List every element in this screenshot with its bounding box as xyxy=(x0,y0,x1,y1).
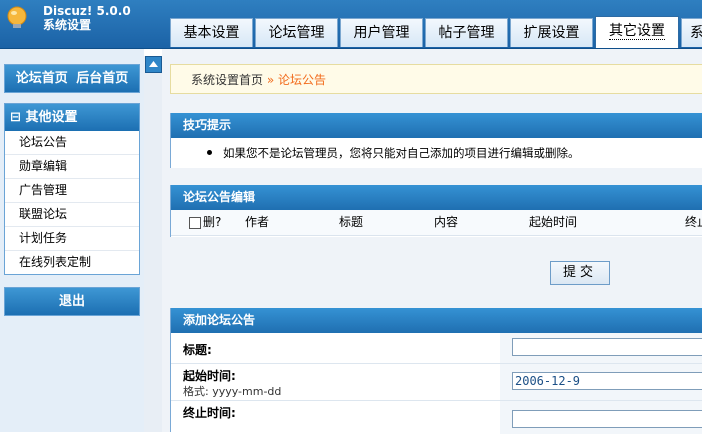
edit-panel-title: 论坛公告编辑 xyxy=(171,185,702,210)
select-all-checkbox[interactable] xyxy=(189,217,201,229)
breadcrumb: 系统设置首页 » 论坛公告 xyxy=(170,64,702,94)
tips-panel: 技巧提示 如果您不是论坛管理员，您将只能对自己添加的项目进行编辑或删除。 xyxy=(170,113,702,168)
sidebar-other-settings: ⊟ 其他设置 论坛公告 勋章编辑 广告管理 联盟论坛 计划任务 在线列表定制 xyxy=(4,103,140,275)
tips-title: 技巧提示 xyxy=(171,113,702,138)
brand: Discuz! 5.0.0 系统设置 xyxy=(43,4,131,32)
start-time-input[interactable]: 2006-12-9 xyxy=(512,372,702,390)
lightbulb-logo-icon xyxy=(7,6,27,28)
submit-button[interactable]: 提交 xyxy=(550,261,610,285)
sidebar: 论坛首页 后台首页 ⊟ 其他设置 论坛公告 勋章编辑 广告管理 联盟论坛 计划任… xyxy=(0,49,144,432)
end-time-row: 终止时间: xyxy=(171,401,702,434)
collapse-toggle-icon[interactable]: ⊟ xyxy=(10,110,21,125)
sidebar-item-alliance[interactable]: 联盟论坛 xyxy=(5,203,139,227)
subject-input[interactable] xyxy=(512,338,702,356)
start-time-row: 起始时间: 格式: yyyy-mm-dd 2006-12-9 xyxy=(171,364,702,401)
col-subject: 标题 xyxy=(339,215,364,229)
sidebar-item-ads[interactable]: 广告管理 xyxy=(5,179,139,203)
breadcrumb-separator: » xyxy=(266,73,275,87)
col-start-time: 起始时间 xyxy=(529,215,578,229)
tips-text: 如果您不是论坛管理员，您将只能对自己添加的项目进行编辑或删除。 xyxy=(223,146,580,160)
subject-label: 标题: xyxy=(183,343,212,357)
tab-extension-settings[interactable]: 扩展设置 xyxy=(510,18,593,47)
tab-user-management[interactable]: 用户管理 xyxy=(340,18,423,47)
announcement-table-header: 删? 作者 标题 内容 起始时间 终止 xyxy=(171,210,702,236)
admin-home-link[interactable]: 后台首页 xyxy=(76,71,128,86)
tab-basic-settings[interactable]: 基本设置 xyxy=(170,18,253,47)
tab-post-management[interactable]: 帖子管理 xyxy=(425,18,508,47)
col-author: 作者 xyxy=(245,215,270,229)
sidebar-item-cron[interactable]: 计划任务 xyxy=(5,227,139,251)
end-time-label: 终止时间: xyxy=(183,406,236,420)
announcement-edit-panel: 论坛公告编辑 删? 作者 标题 内容 起始时间 终止 xyxy=(170,185,702,237)
tab-forum-management[interactable]: 论坛管理 xyxy=(255,18,338,47)
tab-other-settings[interactable]: 其它设置 xyxy=(595,16,679,48)
brand-subtitle: 系统设置 xyxy=(43,18,92,32)
vertical-scrollbar[interactable] xyxy=(144,56,162,432)
tips-body: 如果您不是论坛管理员，您将只能对自己添加的项目进行编辑或删除。 xyxy=(171,138,702,168)
subject-row: 标题: xyxy=(171,333,702,364)
sidebar-quick-links: 论坛首页 后台首页 xyxy=(4,64,140,93)
col-content: 内容 xyxy=(434,215,459,229)
main-content: 系统设置首页 » 论坛公告 技巧提示 如果您不是论坛管理员，您将只能对自己添加的… xyxy=(162,49,702,434)
breadcrumb-home[interactable]: 系统设置首页 xyxy=(191,73,263,87)
top-bar: Discuz! 5.0.0 系统设置 基本设置 论坛管理 用户管理 帖子管理 扩… xyxy=(0,0,702,49)
col-delete: 删? xyxy=(203,215,222,229)
tab-system-truncated[interactable]: 系 xyxy=(681,18,702,47)
start-time-label: 起始时间: xyxy=(183,369,236,383)
scroll-up-button[interactable] xyxy=(145,56,162,73)
sidebar-item-online-list[interactable]: 在线列表定制 xyxy=(5,251,139,274)
end-time-input[interactable] xyxy=(512,410,702,428)
logout-button[interactable]: 退出 xyxy=(5,288,139,315)
col-end-time: 终止 xyxy=(685,215,702,229)
start-time-format-hint: 格式: yyyy-mm-dd xyxy=(183,385,282,398)
breadcrumb-current: 论坛公告 xyxy=(278,73,327,87)
brand-version: Discuz! 5.0.0 xyxy=(43,4,131,18)
add-announcement-panel: 添加论坛公告 标题: 起始时间: 格式: yyyy-mm-dd 2006-12-… xyxy=(170,308,702,434)
bullet-icon xyxy=(207,150,212,155)
sidebar-logout-box: 退出 xyxy=(4,287,140,316)
sidebar-section-title: 其他设置 xyxy=(25,110,78,125)
sidebar-item-medals[interactable]: 勋章编辑 xyxy=(5,155,139,179)
add-panel-title: 添加论坛公告 xyxy=(171,308,702,333)
sidebar-item-announcements[interactable]: 论坛公告 xyxy=(5,131,139,155)
arrow-up-icon xyxy=(149,61,158,67)
sidebar-section-header[interactable]: ⊟ 其他设置 xyxy=(5,104,139,131)
forum-home-link[interactable]: 论坛首页 xyxy=(16,71,68,86)
